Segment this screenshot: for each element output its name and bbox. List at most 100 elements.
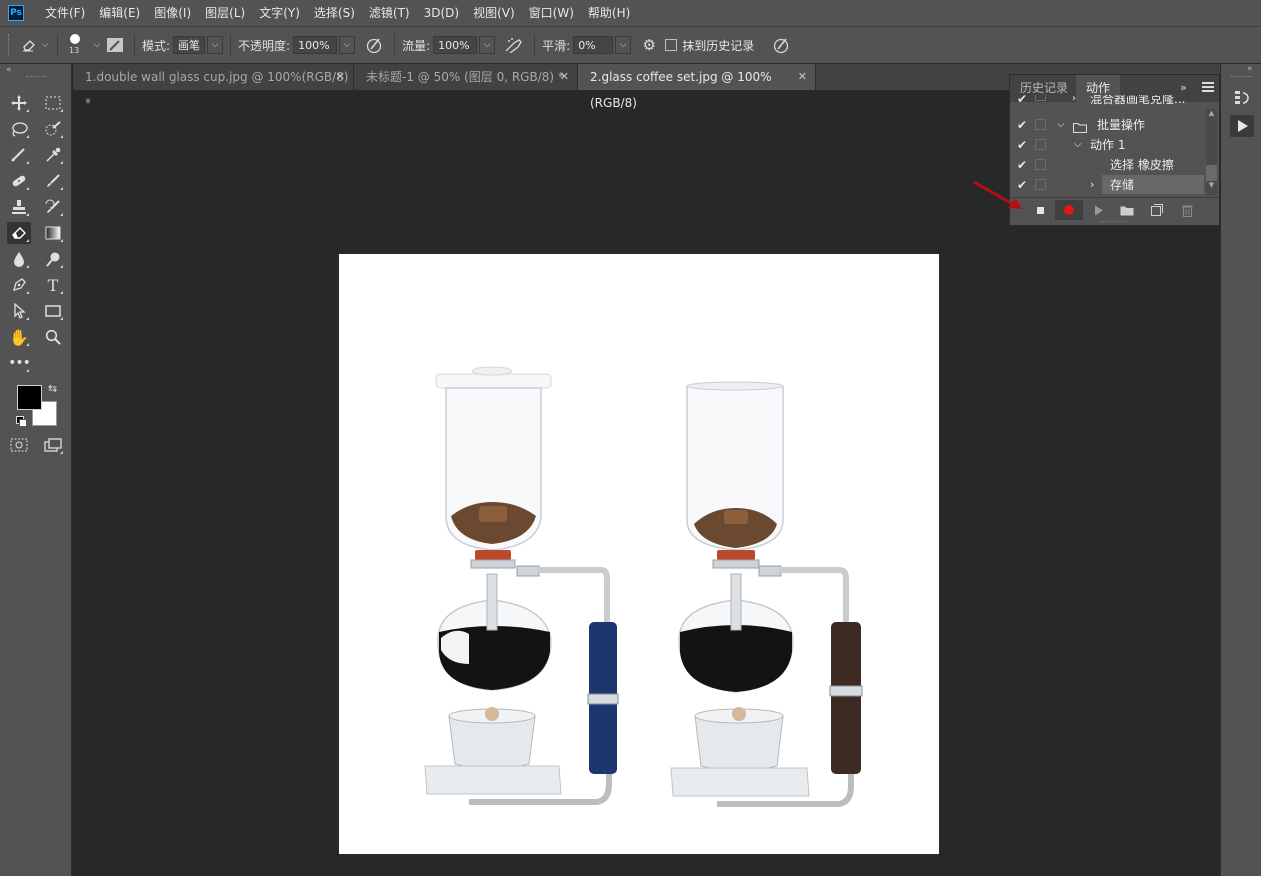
pressure-opacity-icon[interactable] bbox=[361, 36, 387, 54]
clone-stamp-tool-icon[interactable] bbox=[7, 196, 31, 218]
zoom-tool-icon[interactable] bbox=[41, 326, 65, 348]
collapse-toolbar-icon[interactable]: « bbox=[6, 65, 12, 75]
panel-collapse-icon[interactable]: » bbox=[1180, 81, 1187, 94]
history-brush-tool-icon[interactable] bbox=[41, 196, 65, 218]
toggle-check-icon[interactable]: ✔ bbox=[1015, 95, 1029, 109]
healing-brush-tool-icon[interactable] bbox=[7, 170, 31, 192]
menu-view[interactable]: 视图(V) bbox=[466, 0, 522, 26]
dock-grip[interactable] bbox=[1231, 76, 1251, 79]
toolbar-grip[interactable] bbox=[26, 76, 46, 79]
brush-settings-panel-icon[interactable] bbox=[103, 34, 127, 56]
new-set-button[interactable] bbox=[1113, 200, 1141, 220]
scroll-down-icon[interactable]: ▼ bbox=[1206, 181, 1217, 189]
quick-selection-tool-icon[interactable] bbox=[41, 118, 65, 140]
tab-glass-coffee-set[interactable]: 2.glass coffee set.jpg @ 100%(RGB/8) ✕ bbox=[578, 64, 816, 110]
stop-button[interactable] bbox=[1026, 200, 1054, 220]
photoshop-logo-icon[interactable]: Ps bbox=[8, 5, 24, 21]
dialog-toggle[interactable] bbox=[1035, 159, 1046, 170]
gradient-tool-icon[interactable] bbox=[41, 222, 65, 244]
menu-help[interactable]: 帮助(H) bbox=[581, 0, 637, 26]
play-button[interactable] bbox=[1085, 200, 1113, 220]
crop-tool-icon[interactable] bbox=[7, 144, 31, 166]
smoothing-input[interactable]: 0% bbox=[573, 36, 614, 54]
menu-3d[interactable]: 3D(D) bbox=[417, 0, 466, 26]
history-panel-icon[interactable] bbox=[1231, 88, 1253, 108]
menu-filter[interactable]: 滤镜(T) bbox=[362, 0, 417, 26]
brush-tool-icon[interactable] bbox=[41, 170, 65, 192]
options-bar-grip[interactable] bbox=[8, 34, 12, 56]
pen-tool-icon[interactable] bbox=[7, 274, 31, 296]
path-selection-tool-icon[interactable] bbox=[7, 300, 31, 322]
new-action-button[interactable] bbox=[1143, 200, 1171, 220]
dodge-tool-icon[interactable] bbox=[41, 248, 65, 270]
blur-tool-icon[interactable] bbox=[7, 248, 31, 270]
menu-image[interactable]: 图像(I) bbox=[147, 0, 198, 26]
delete-button[interactable] bbox=[1173, 200, 1201, 220]
dialog-toggle[interactable] bbox=[1035, 119, 1046, 130]
flow-dropdown-chevron-icon[interactable]: ⌵ bbox=[479, 36, 496, 54]
chevron-down-icon[interactable]: ⌵ bbox=[1057, 115, 1065, 135]
quick-mask-icon[interactable] bbox=[7, 434, 31, 456]
row-arrow-icon[interactable]: › bbox=[1072, 95, 1076, 109]
close-icon[interactable]: ✕ bbox=[798, 64, 807, 90]
lasso-tool-icon[interactable] bbox=[7, 118, 31, 140]
toggle-check-icon[interactable]: ✔ bbox=[1015, 115, 1029, 135]
dialog-toggle[interactable] bbox=[1035, 95, 1046, 101]
eyedropper-tool-icon[interactable] bbox=[41, 144, 65, 166]
chevron-right-icon[interactable]: › bbox=[1090, 175, 1094, 195]
list-item[interactable]: ✔ › 混合器画笔克隆... bbox=[1010, 95, 1207, 109]
default-colors-icon[interactable] bbox=[16, 416, 27, 427]
list-item[interactable]: ✔ ⌵ 动作 1 bbox=[1010, 135, 1207, 155]
eraser-tool-icon[interactable] bbox=[7, 222, 31, 244]
panel-scrollbar[interactable]: ▲ ▼ bbox=[1206, 109, 1217, 195]
toggle-check-icon[interactable]: ✔ bbox=[1015, 155, 1029, 175]
rectangle-tool-icon[interactable] bbox=[41, 300, 65, 322]
hand-tool-icon[interactable]: ✋ bbox=[7, 326, 31, 348]
gear-icon[interactable]: ⚙ bbox=[637, 36, 661, 54]
flow-input[interactable]: 100% bbox=[433, 36, 478, 54]
panel-resize-grip[interactable] bbox=[1100, 221, 1130, 224]
more-tools-icon[interactable]: ••• bbox=[7, 352, 31, 374]
swap-colors-icon[interactable]: ⇆ bbox=[48, 382, 57, 395]
brush-preset-picker[interactable]: 13 bbox=[65, 30, 91, 60]
opacity-dropdown-chevron-icon[interactable]: ⌵ bbox=[339, 36, 356, 54]
chevron-down-icon[interactable]: ⌵ bbox=[40, 40, 50, 50]
menu-edit[interactable]: 编辑(E) bbox=[92, 0, 147, 26]
tab-untitled-1[interactable]: 未标题-1 @ 50% (图层 0, RGB/8) * ✕ bbox=[354, 64, 578, 90]
smoothing-dropdown-chevron-icon[interactable]: ⌵ bbox=[615, 36, 632, 54]
type-tool-icon[interactable]: T bbox=[41, 274, 65, 296]
marquee-tool-icon[interactable] bbox=[41, 92, 65, 114]
document-canvas[interactable] bbox=[339, 254, 939, 854]
menu-type[interactable]: 文字(Y) bbox=[252, 0, 307, 26]
dialog-toggle[interactable] bbox=[1035, 139, 1046, 150]
pressure-size-icon[interactable] bbox=[768, 36, 794, 54]
dialog-toggle[interactable] bbox=[1035, 179, 1046, 190]
erase-to-history-checkbox[interactable]: 抹到历史记录 bbox=[665, 37, 754, 54]
tab-double-wall-glass-cup[interactable]: 1.double wall glass cup.jpg @ 100%(RGB/8… bbox=[73, 64, 354, 110]
expand-panels-icon[interactable]: « bbox=[1247, 64, 1253, 74]
actions-panel-icon[interactable] bbox=[1230, 115, 1254, 137]
toggle-check-icon[interactable]: ✔ bbox=[1015, 135, 1029, 155]
menu-file[interactable]: 文件(F) bbox=[38, 0, 92, 26]
airbrush-icon[interactable] bbox=[501, 37, 527, 53]
chevron-down-icon[interactable]: ⌵ bbox=[91, 40, 103, 50]
close-icon[interactable]: ✕ bbox=[560, 64, 569, 90]
menu-layer[interactable]: 图层(L) bbox=[198, 0, 252, 26]
menu-window[interactable]: 窗口(W) bbox=[522, 0, 581, 26]
record-button[interactable] bbox=[1055, 200, 1083, 220]
scroll-thumb[interactable] bbox=[1206, 165, 1217, 181]
foreground-color-swatch[interactable] bbox=[17, 385, 42, 410]
chevron-down-icon[interactable]: ⌵ bbox=[1074, 135, 1082, 155]
menu-select[interactable]: 选择(S) bbox=[307, 0, 362, 26]
list-item[interactable]: ✔ 选择 橡皮擦 bbox=[1010, 155, 1207, 175]
screen-mode-icon[interactable] bbox=[41, 434, 65, 456]
opacity-input[interactable]: 100% bbox=[293, 36, 338, 54]
mode-select[interactable]: 画笔 ⌵ bbox=[173, 36, 224, 54]
list-item[interactable]: ✔ ⌵ 批量操作 bbox=[1010, 115, 1207, 135]
close-icon[interactable]: ✕ bbox=[336, 64, 345, 90]
panel-menu-icon[interactable] bbox=[1202, 82, 1214, 92]
eraser-tool-preset-icon[interactable] bbox=[18, 34, 40, 56]
list-item[interactable]: ✔ › 存储 bbox=[1010, 175, 1207, 195]
move-tool-icon[interactable] bbox=[7, 92, 31, 114]
scroll-up-icon[interactable]: ▲ bbox=[1206, 109, 1217, 119]
